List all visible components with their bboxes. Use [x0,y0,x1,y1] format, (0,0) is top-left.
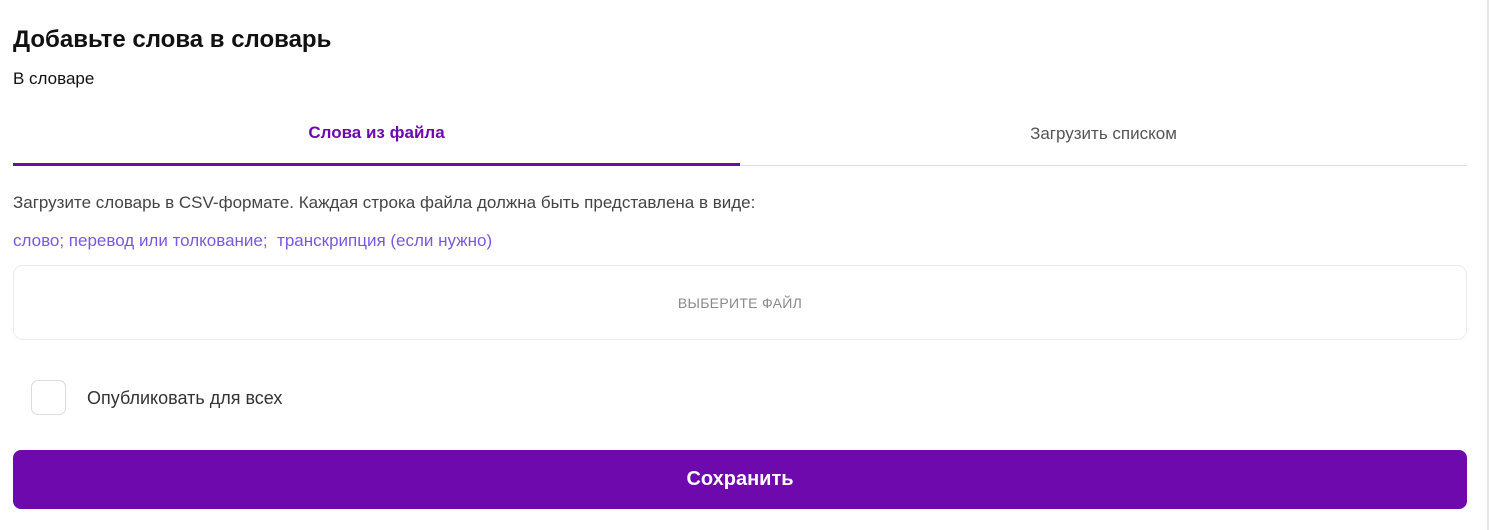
save-button[interactable]: Сохранить [13,450,1467,509]
tab-words-from-file[interactable]: Слова из файла [13,104,740,166]
publish-checkbox-label[interactable]: Опубликовать для всех [87,386,282,410]
page-title: Добавьте слова в словарь [13,26,332,53]
add-words-dialog: Добавьте слова в словарь В словаре Слова… [0,0,1489,530]
csv-format-example: слово; перевод или толкование; транскрип… [13,231,493,250]
upload-mode-tabs: Слова из файла Загрузить списком [13,104,1467,166]
publish-option: Опубликовать для всех [31,380,282,415]
dictionary-subtitle: В словаре [13,69,95,88]
csv-format-description: Загрузите словарь в CSV-формате. Каждая … [13,193,756,212]
publish-checkbox[interactable] [31,380,66,415]
tab-upload-list[interactable]: Загрузить списком [740,104,1467,165]
choose-file-label: ВЫБЕРИТЕ ФАЙЛ [677,294,803,311]
choose-file-button[interactable]: ВЫБЕРИТЕ ФАЙЛ [13,265,1467,340]
